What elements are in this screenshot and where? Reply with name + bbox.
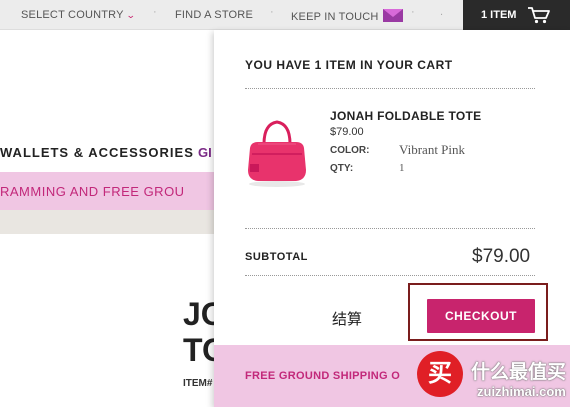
shipping-text: FREE GROUND SHIPPING O (245, 370, 401, 382)
subtotal-value: $79.00 (472, 246, 531, 267)
item-number-label: ITEM# (183, 378, 213, 389)
divider (245, 275, 535, 276)
separator-dot: · (153, 6, 157, 18)
keep-in-touch-link[interactable]: KEEP IN TOUCH (291, 9, 403, 23)
separator-dot: · (411, 6, 415, 18)
divider (245, 228, 535, 229)
qty-value: 1 (399, 162, 405, 174)
product-name[interactable]: JONAH FOLDABLE TOTE (330, 109, 481, 123)
color-value: Vibrant Pink (399, 142, 466, 157)
cart-dropdown: YOU HAVE 1 ITEM IN YOUR CART JONAH FOLDA… (214, 30, 570, 407)
product-price: $79.00 (330, 126, 364, 138)
cart-count: 1 ITEM (481, 9, 517, 21)
select-country-label: SELECT COUNTRY (21, 9, 124, 21)
watermark-logo-icon: 买 (417, 351, 463, 397)
promo-banner-text: RAMMING AND FREE GROU (0, 184, 185, 199)
keep-in-touch-label: KEEP IN TOUCH (291, 11, 379, 23)
utility-bar: SELECT COUNTRY ⌄ · FIND A STORE · KEEP IN… (0, 0, 570, 30)
product-thumbnail[interactable] (242, 110, 312, 190)
nav-wallets-accessories[interactable]: WALLETS & ACCESSORIES (0, 145, 194, 160)
promo-banner: RAMMING AND FREE GROU (0, 172, 230, 210)
watermark-text: 什么最值买 (471, 362, 567, 383)
color-label: COLOR: (330, 145, 370, 156)
subtotal-label: SUBTOTAL (245, 251, 308, 263)
divider (245, 88, 535, 89)
texture-strip (0, 210, 230, 234)
find-store-link[interactable]: FIND A STORE (175, 9, 253, 21)
checkout-annotation: 结算 (332, 311, 363, 328)
separator-dot: . (440, 6, 444, 18)
chevron-down-icon: ⌄ (125, 10, 136, 20)
separator-dot: · (270, 6, 274, 18)
qty-label: QTY: (330, 163, 354, 174)
cart-button[interactable]: 1 ITEM (463, 0, 570, 30)
envelope-icon (382, 9, 403, 22)
cart-heading: YOU HAVE 1 ITEM IN YOUR CART (245, 58, 453, 72)
nav-gifts[interactable]: GI (198, 145, 212, 160)
select-country-dropdown[interactable]: SELECT COUNTRY ⌄ (21, 9, 136, 21)
shopping-cart-icon (528, 7, 550, 24)
checkout-button[interactable]: CHECKOUT (427, 299, 535, 333)
watermark-url: zuizhimai.com (477, 384, 566, 399)
